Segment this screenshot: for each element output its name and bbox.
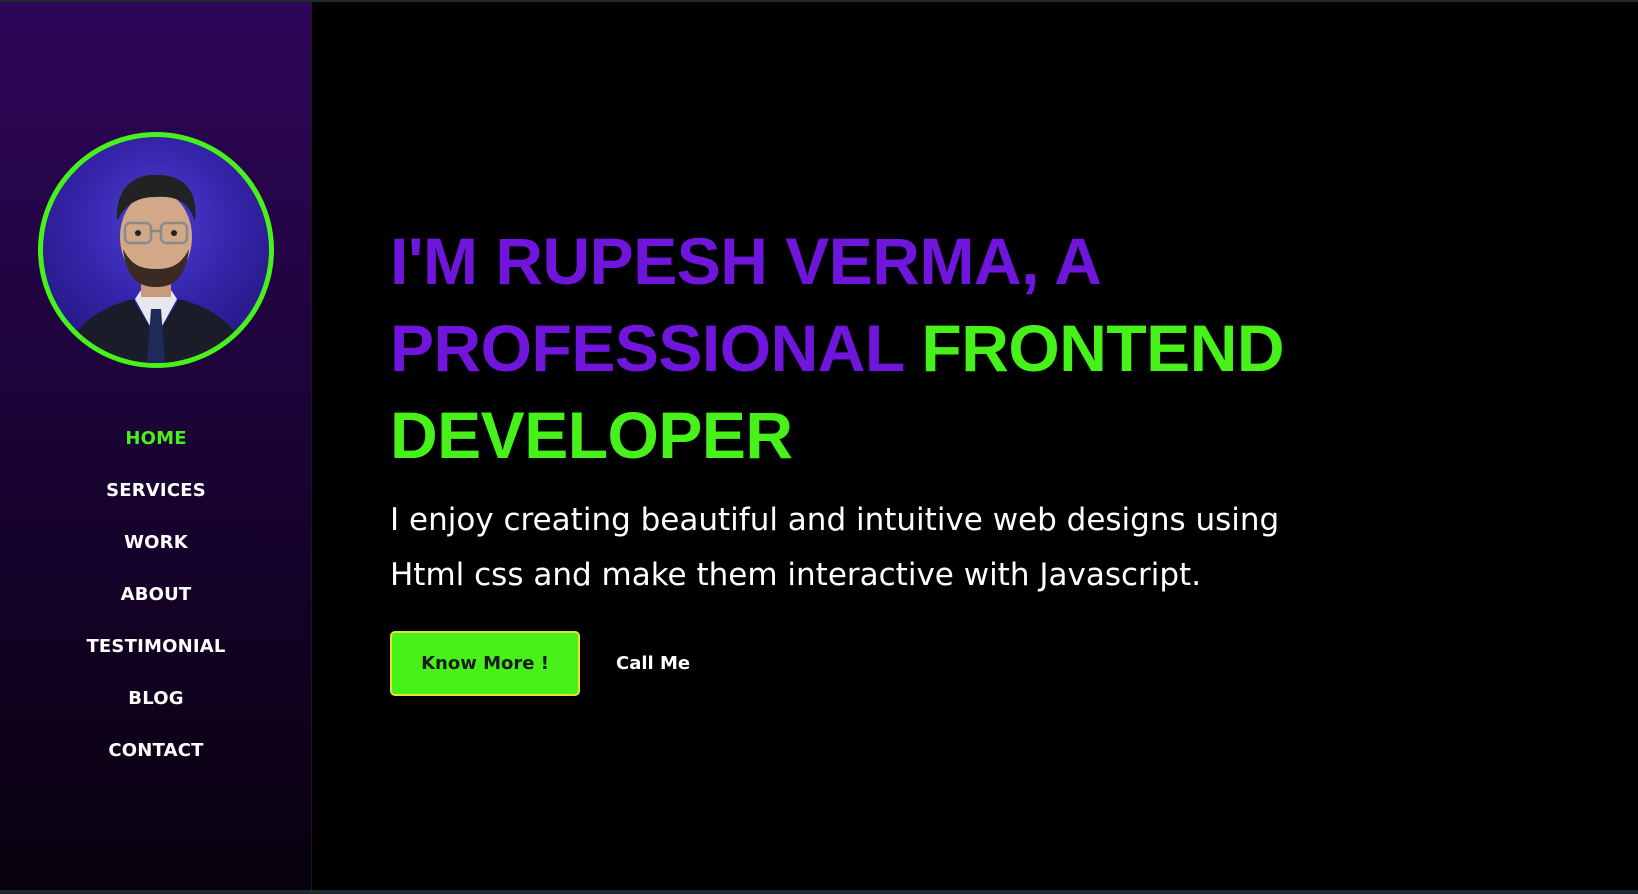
avatar	[38, 132, 274, 368]
nav-link-services[interactable]: SERVICES	[106, 480, 206, 501]
nav-link-testimonial[interactable]: TESTIMONIAL	[86, 636, 225, 657]
hero-actions: Know More ! Call Me	[390, 631, 1590, 696]
nav-item-work: WORK	[0, 516, 312, 568]
nav-link-blog[interactable]: BLOG	[128, 688, 183, 709]
sidebar-nav: HOME SERVICES WORK ABOUT TESTIMONIAL BLO…	[0, 412, 312, 776]
nav-link-about[interactable]: ABOUT	[121, 584, 192, 605]
nav-link-home[interactable]: HOME	[125, 428, 186, 449]
nav-item-blog: BLOG	[0, 672, 312, 724]
hero-subtitle: I enjoy creating beautiful and intuitive…	[390, 502, 1280, 593]
profile-photo-icon	[63, 174, 249, 363]
sidebar: HOME SERVICES WORK ABOUT TESTIMONIAL BLO…	[0, 2, 312, 890]
nav-item-home: HOME	[0, 412, 312, 464]
nav-link-contact[interactable]: CONTACT	[108, 740, 203, 761]
nav-item-testimonial: TESTIMONIAL	[0, 620, 312, 672]
call-me-button[interactable]: Call Me	[616, 653, 690, 674]
nav-item-contact: CONTACT	[0, 724, 312, 776]
nav-link-work[interactable]: WORK	[124, 532, 188, 553]
nav-item-services: SERVICES	[0, 464, 312, 516]
know-more-button[interactable]: Know More !	[390, 631, 580, 696]
page-frame: HOME SERVICES WORK ABOUT TESTIMONIAL BLO…	[0, 2, 1638, 890]
hero-section: I'M RUPESH VERMA, A PROFESSIONAL FRONTEN…	[390, 218, 1590, 696]
nav-item-about: ABOUT	[0, 568, 312, 620]
hero-headline: I'M RUPESH VERMA, A PROFESSIONAL FRONTEN…	[390, 218, 1350, 479]
